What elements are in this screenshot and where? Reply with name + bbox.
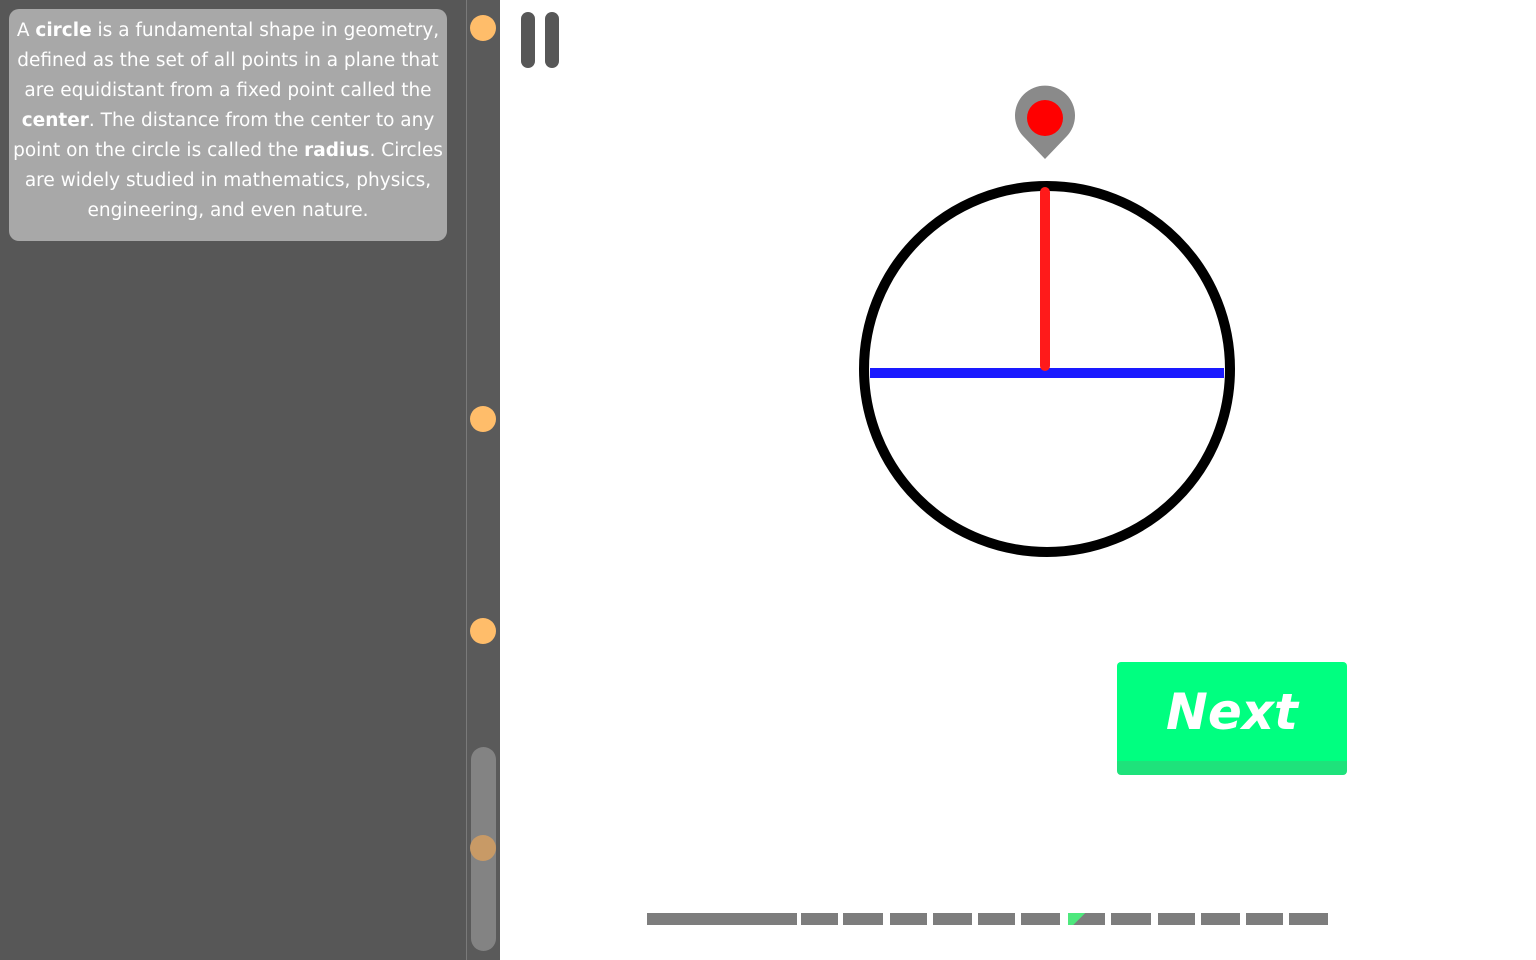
progress-segment xyxy=(1021,913,1060,925)
next-button[interactable]: Next xyxy=(1117,662,1347,775)
progress-segment xyxy=(1201,913,1240,925)
progress-segment xyxy=(801,913,838,925)
progress-segment xyxy=(1246,913,1283,925)
progress-bar xyxy=(0,913,1536,925)
progress-segment xyxy=(978,913,1015,925)
progress-segment xyxy=(890,913,927,925)
progress-segment xyxy=(843,913,883,925)
progress-segment xyxy=(1111,913,1151,925)
progress-segment xyxy=(933,913,972,925)
progress-segment xyxy=(1158,913,1195,925)
progress-segment xyxy=(1289,913,1328,925)
pin-dot xyxy=(1027,100,1063,136)
map-pin-icon[interactable] xyxy=(1015,85,1075,159)
progress-segment-current xyxy=(1068,913,1105,925)
progress-segment xyxy=(647,913,797,925)
circle-figure xyxy=(859,85,1235,557)
